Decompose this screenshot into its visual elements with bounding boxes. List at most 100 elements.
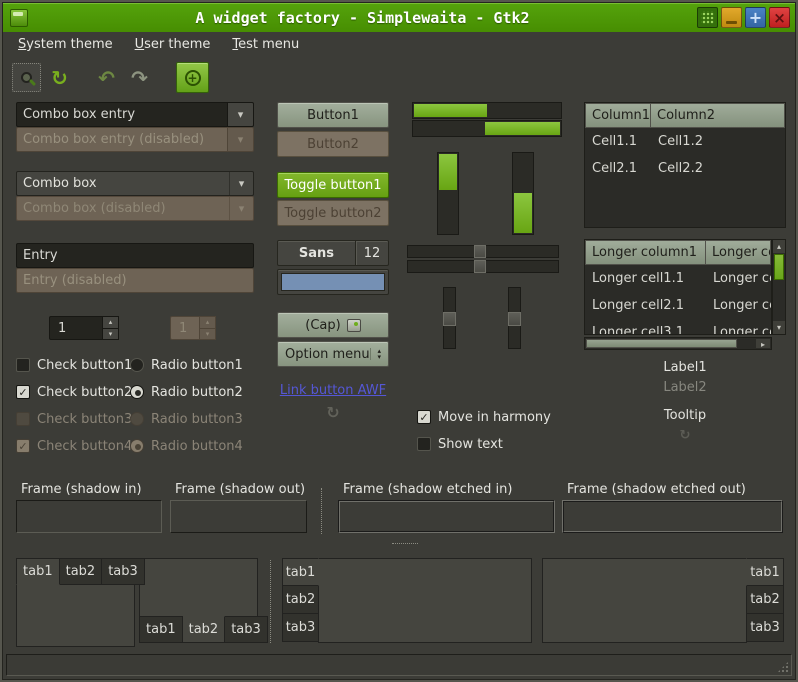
menu-user-theme[interactable]: User theme [124, 32, 222, 58]
progress-bar-ttb [437, 152, 459, 235]
column-header[interactable]: Column2 [651, 103, 785, 128]
button1[interactable]: Button1 [277, 102, 389, 128]
undo-button[interactable]: ↶ [92, 63, 121, 92]
text-entry-disabled: Entry (disabled) [16, 268, 254, 293]
font-button[interactable]: Sans 12 [277, 240, 389, 266]
entry-value: Entry (disabled) [23, 273, 127, 288]
checkbox[interactable]: ✓ [417, 410, 431, 424]
column-header[interactable]: Column1 [585, 103, 651, 128]
frame-label: Frame (shadow etched in) [338, 482, 555, 498]
slider-handle[interactable] [474, 260, 486, 273]
combo-box-entry[interactable]: Combo box entry ▾ [16, 102, 254, 127]
add-button[interactable]: + [176, 62, 209, 93]
text-entry[interactable]: Entry [16, 243, 254, 268]
tree-view-1[interactable]: Column1 Column2 Cell1.1 Cell1.2 Cell2.1 … [584, 102, 786, 228]
menubar: System theme User theme Test menu [3, 32, 795, 58]
shade-button[interactable] [697, 7, 718, 28]
table-row[interactable]: Longer cell3.1 Longer ce [585, 319, 771, 335]
redo-button[interactable]: ↷ [125, 63, 154, 92]
vertical-scrollbar[interactable]: ▴ ▾ [772, 239, 786, 335]
checkbox[interactable]: ✓ [16, 385, 30, 399]
color-button[interactable] [277, 269, 389, 295]
move-in-harmony-row[interactable]: ✓ Move in harmony [417, 407, 551, 427]
checkbox[interactable]: ✓ [417, 437, 431, 451]
checkbox[interactable]: ✓ [16, 358, 30, 372]
font-family: Sans [278, 246, 355, 261]
dots-grid-icon [701, 11, 714, 24]
tab-tab1[interactable]: tab1 [746, 558, 784, 586]
tab-tab1[interactable]: tab1 [282, 558, 319, 586]
menu-test-menu[interactable]: Test menu [221, 32, 310, 58]
app-chooser-button[interactable]: (Cap) [277, 312, 389, 338]
column-header[interactable]: Longer column1 [585, 240, 706, 265]
scroll-right-icon[interactable]: ▸ [756, 339, 770, 348]
app-window: A widget factory - Simplewaita - Gtk2 + … [0, 0, 798, 682]
tab-tab3[interactable]: tab3 [102, 558, 145, 585]
radio-button4-row: Radio button4 [130, 436, 243, 456]
h-scroll-thumb[interactable] [586, 339, 737, 348]
close-button[interactable]: × [769, 7, 790, 28]
option-menu-button[interactable]: Option menu ▴▾ [277, 341, 389, 367]
slider-handle[interactable] [443, 312, 456, 326]
tab-tab2[interactable]: tab2 [746, 586, 784, 614]
refresh-button[interactable]: ↻ [45, 63, 74, 92]
font-size: 12 [356, 246, 388, 261]
slider-handle[interactable] [508, 312, 521, 326]
horizontal-scrollbar[interactable]: ▸ [584, 337, 772, 350]
find-button[interactable] [12, 63, 41, 92]
notebook-left-tabs: tab1 tab2 tab3 [282, 558, 532, 648]
table-row[interactable]: Cell1.1 Cell1.2 [585, 128, 785, 155]
check-button2-row[interactable]: ✓ Check button2 [16, 382, 132, 402]
tab-tab3[interactable]: tab3 [282, 614, 319, 642]
tab-strip: tab1 tab2 tab3 [16, 558, 145, 585]
tab-tab2[interactable]: tab2 [282, 586, 319, 614]
slider-handle[interactable] [474, 245, 486, 258]
combo-box[interactable]: Combo box ▾ [16, 171, 254, 196]
combo-entry-field[interactable]: Combo box entry [16, 102, 228, 127]
link-button[interactable]: Link button AWF [277, 383, 389, 398]
column-header[interactable]: Longer co [706, 240, 771, 265]
notebook-bottom-tabs: tab1 tab2 tab3 [139, 558, 258, 648]
table-row[interactable]: Cell2.1 Cell2.2 [585, 155, 785, 182]
radio [130, 412, 144, 426]
tab-tab3[interactable]: tab3 [225, 616, 268, 643]
v-scroll-thumb[interactable] [774, 254, 784, 280]
tab-tab3[interactable]: tab3 [746, 614, 784, 642]
v-scale-1[interactable] [443, 287, 456, 349]
radio-button2-row[interactable]: Radio button2 [130, 382, 243, 402]
radio[interactable] [130, 385, 144, 399]
tab-tab1[interactable]: tab1 [139, 616, 183, 643]
table-row[interactable]: Longer cell1.1 Longer ce [585, 265, 771, 292]
menu-system-theme[interactable]: System theme [7, 32, 124, 58]
tab-tab2[interactable]: tab2 [183, 616, 226, 643]
spin-up-icon[interactable]: ▴ [103, 316, 119, 329]
check-button4-row: ✓ Check button4 [16, 436, 132, 456]
scroll-up-icon[interactable]: ▴ [773, 240, 785, 253]
toolbar: ↻ ↶ ↷ + [3, 58, 795, 97]
tree-view-2[interactable]: Longer column1 Longer co Longer cell1.1 … [584, 239, 772, 335]
scroll-down-icon[interactable]: ▾ [773, 321, 785, 334]
tab-tab2[interactable]: tab2 [60, 558, 103, 585]
spin-down-icon[interactable]: ▾ [103, 329, 119, 341]
spin-value[interactable]: 1 [49, 316, 103, 340]
table-row[interactable]: Longer cell2.1 Longer ce [585, 292, 771, 319]
scroll-trough[interactable] [773, 281, 785, 321]
titlebar[interactable]: A widget factory - Simplewaita - Gtk2 + … [3, 3, 795, 32]
combo-entry-dropdown-button[interactable]: ▾ [228, 102, 254, 127]
toggle-button1[interactable]: Toggle button1 [277, 172, 389, 198]
check-button1-row[interactable]: ✓ Check button1 [16, 355, 132, 375]
h-scale-2[interactable] [407, 260, 559, 273]
window-controls: + × [697, 7, 790, 28]
v-scale-2[interactable] [508, 287, 521, 349]
radio[interactable] [130, 358, 144, 372]
spin-button[interactable]: 1 ▴▾ [49, 316, 119, 340]
tab-tab1[interactable]: tab1 [16, 558, 60, 585]
maximize-button[interactable]: + [745, 7, 766, 28]
notebook-top-tabs: tab1 tab2 tab3 [16, 558, 135, 648]
h-scale-1[interactable] [407, 245, 559, 258]
checkbox: ✓ [16, 412, 30, 426]
minimize-button[interactable] [721, 7, 742, 28]
radio-button1-row[interactable]: Radio button1 [130, 355, 243, 375]
resize-grip[interactable] [777, 661, 789, 673]
show-text-row[interactable]: ✓ Show text [417, 434, 503, 454]
